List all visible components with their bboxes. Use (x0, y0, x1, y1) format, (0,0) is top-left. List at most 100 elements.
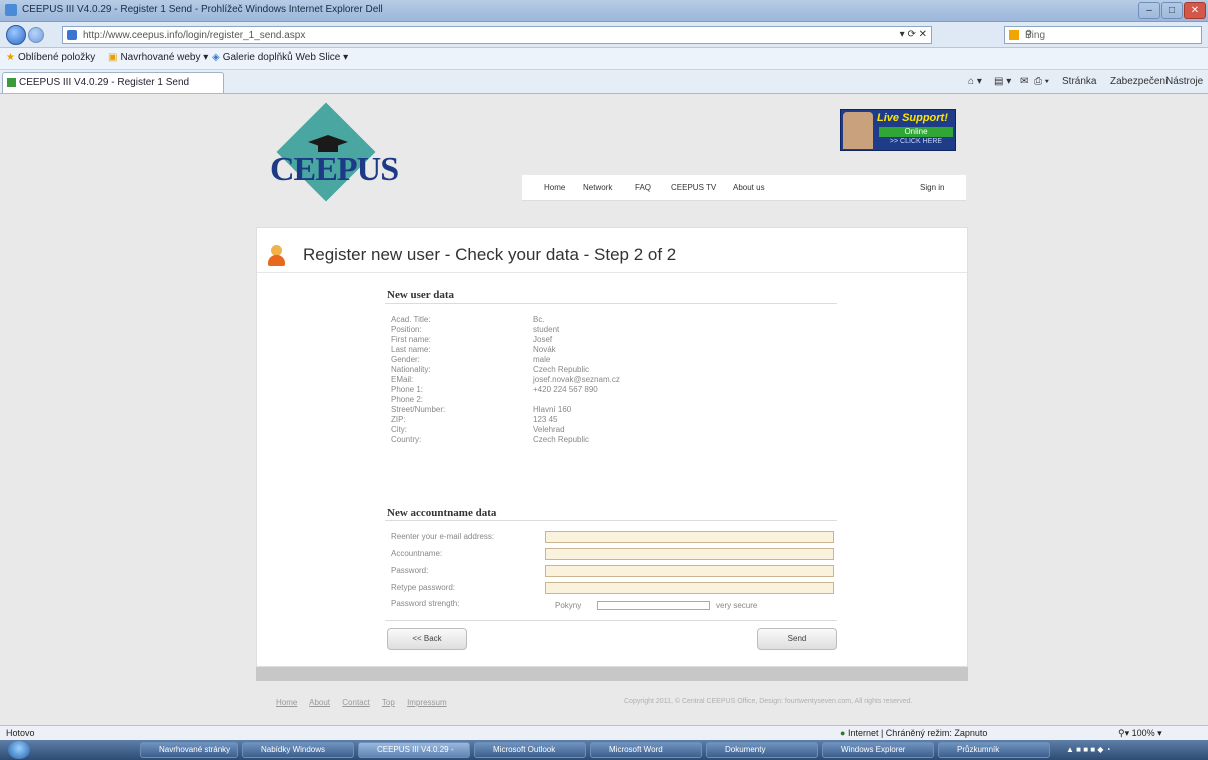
password-label: Password: (391, 566, 429, 575)
zoom-icon: ⚲▾ (1118, 728, 1130, 738)
nav-about-us[interactable]: About us (733, 183, 765, 192)
zoom-level[interactable]: ⚲▾ 100% ▾ (1118, 728, 1162, 739)
live-support-title: Live Support! (877, 112, 948, 124)
taskbar-item[interactable]: Windows Explorer (822, 742, 934, 758)
reenter-email-label: Reenter your e-mail address: (391, 532, 495, 541)
address-bar[interactable]: http://www.ceepus.info/login/register_1_… (62, 26, 932, 44)
account-data-heading: New accountname data (387, 507, 497, 519)
forward-nav-icon[interactable] (28, 27, 44, 43)
page-menu[interactable]: Stránka (1062, 76, 1096, 87)
logo-text: CEEPUS (270, 151, 399, 188)
close-window-button[interactable]: ✕ (1184, 2, 1206, 19)
system-tray[interactable]: ▲ ■ ■ ■ ◆ ◔ (1060, 741, 1208, 759)
fav-web-slice[interactable]: ◈ Galerie doplňků Web Slice ▾ (212, 52, 348, 63)
field-gender: Gender: male (391, 355, 551, 364)
navigation-bar: http://www.ceepus.info/login/register_1_… (0, 22, 1208, 48)
title-divider (257, 272, 967, 273)
home-icon[interactable]: ⌂ ▾ (968, 76, 982, 87)
maximize-button[interactable]: □ (1161, 2, 1183, 19)
taskbar-item[interactable]: Průzkumník (938, 742, 1050, 758)
field-phone-1: Phone 1: +420 224 567 890 (391, 385, 598, 394)
ie-icon (5, 4, 17, 16)
support-agent-image (843, 112, 873, 149)
back-nav-icon[interactable] (6, 25, 26, 45)
user-icon (267, 245, 285, 267)
field-street: Street/Number: Hlavní 160 (391, 405, 572, 414)
page-icon (67, 30, 77, 40)
section-divider (385, 520, 837, 521)
taskbar-item[interactable]: Microsoft Outlook (474, 742, 586, 758)
windows-taskbar: Navrhované stránky Nabídky Windows CEEPU… (0, 740, 1208, 760)
mail-icon[interactable]: ✉ (1020, 76, 1028, 87)
search-icon[interactable]: ⚲ (1025, 29, 1197, 40)
copyright-text: Copyright 2011, © Central CEEPUS Office,… (624, 698, 913, 705)
live-support-cta[interactable]: >> CLICK HERE (879, 138, 953, 145)
back-button[interactable]: << Back (387, 628, 467, 650)
taskbar-item[interactable]: Dokumenty (706, 742, 818, 758)
favorites-bar: ★ Oblíbené položky ▣ Navrhované weby ▾ ◈ Ga… (0, 48, 1208, 70)
globe-icon: ● (840, 728, 846, 738)
footer-link-about[interactable]: About (309, 698, 330, 707)
field-city: City: Velehrad (391, 425, 565, 434)
user-data-heading: New user data (387, 289, 455, 301)
window-title: CEEPUS III V4.0.29 - Register 1 Send - P… (22, 4, 383, 15)
accountname-label: Accountname: (391, 549, 443, 558)
taskbar-item-active[interactable]: CEEPUS III V4.0.29 - (358, 742, 470, 758)
retype-password-input[interactable] (545, 582, 834, 594)
send-button[interactable]: Send (757, 628, 837, 650)
nav-home[interactable]: Home (544, 183, 565, 192)
password-strength-meter (597, 601, 710, 610)
nav-network[interactable]: Network (583, 183, 612, 192)
security-menu[interactable]: Zabezpečení (1110, 76, 1168, 87)
folder-icon: ▣ (108, 52, 118, 63)
password-strength-label: Password strength: (391, 599, 460, 608)
security-zone[interactable]: ● Internet | Chráněný režim: Zapnuto (840, 728, 987, 738)
field-nationality: Nationality: Czech Republic (391, 365, 590, 374)
footer-link-contact[interactable]: Contact (342, 698, 370, 707)
nav-sign-in[interactable]: Sign in (920, 183, 944, 192)
address-tools-icon[interactable]: ▾ ⟳ ✕ (900, 29, 927, 40)
field-email: EMail: josef.novak@seznam.cz (391, 375, 620, 384)
print-icon[interactable]: ⎙ ▾ (1034, 76, 1049, 87)
password-input[interactable] (545, 565, 834, 577)
page-title: Register new user - Check your data - St… (303, 245, 677, 264)
status-bar: Hotovo ● Internet | Chráněný režim: Zapn… (0, 725, 1208, 740)
search-box[interactable]: Bing ⚲ (1004, 26, 1202, 44)
field-acad-title: Acad. Title: Bc. (391, 315, 545, 324)
footer-link-home[interactable]: Home (276, 698, 297, 707)
feeds-icon[interactable]: ▤ ▾ (994, 76, 1011, 87)
panel-footer-bar (256, 667, 968, 681)
start-button[interactable] (8, 741, 30, 759)
site-nav: Home Network FAQ CEEPUS TV About us Sign… (522, 175, 966, 201)
footer-link-top[interactable]: Top (382, 698, 395, 707)
taskbar-item[interactable]: Navrhované stránky (140, 742, 238, 758)
field-country: Country: Czech Republic (391, 435, 590, 444)
registration-panel: Register new user - Check your data - St… (256, 227, 968, 667)
ceepus-logo[interactable]: CEEPUS (270, 102, 399, 203)
section-divider (385, 303, 837, 304)
field-zip: ZIP: 123 45 (391, 415, 558, 424)
taskbar-item[interactable]: Nabídky Windows (242, 742, 354, 758)
tools-menu[interactable]: Nástroje (1166, 76, 1203, 87)
browser-tab[interactable]: CEEPUS III V4.0.29 - Register 1 Send (2, 72, 224, 93)
retype-password-label: Retype password: (391, 583, 456, 592)
accountname-input[interactable] (545, 548, 834, 560)
reenter-email-input[interactable] (545, 531, 834, 543)
nav-ceepus-tv[interactable]: CEEPUS TV (671, 183, 716, 192)
password-strength-high: very secure (716, 601, 758, 610)
password-strength-low: Pokyny (555, 601, 582, 610)
nav-faq[interactable]: FAQ (635, 183, 651, 192)
field-last-name: Last name: Novák (391, 345, 556, 354)
favorites-button[interactable]: ★ Oblíbené položky (6, 52, 95, 63)
fav-suggested-sites[interactable]: ▣ Navrhované weby ▾ (108, 52, 208, 63)
web-slice-icon: ◈ (212, 52, 220, 63)
minimize-button[interactable]: – (1138, 2, 1160, 19)
field-phone-2: Phone 2: (391, 395, 424, 404)
field-first-name: First name: Josef (391, 335, 553, 344)
live-support-banner[interactable]: Live Support! Online >> CLICK HERE (840, 109, 956, 151)
buttons-divider (385, 620, 837, 621)
taskbar-item[interactable]: Microsoft Word (590, 742, 702, 758)
live-support-status: Online (879, 127, 953, 137)
footer-link-impressum[interactable]: Impressum (407, 698, 447, 707)
address-url[interactable]: http://www.ceepus.info/login/register_1_… (83, 30, 305, 41)
